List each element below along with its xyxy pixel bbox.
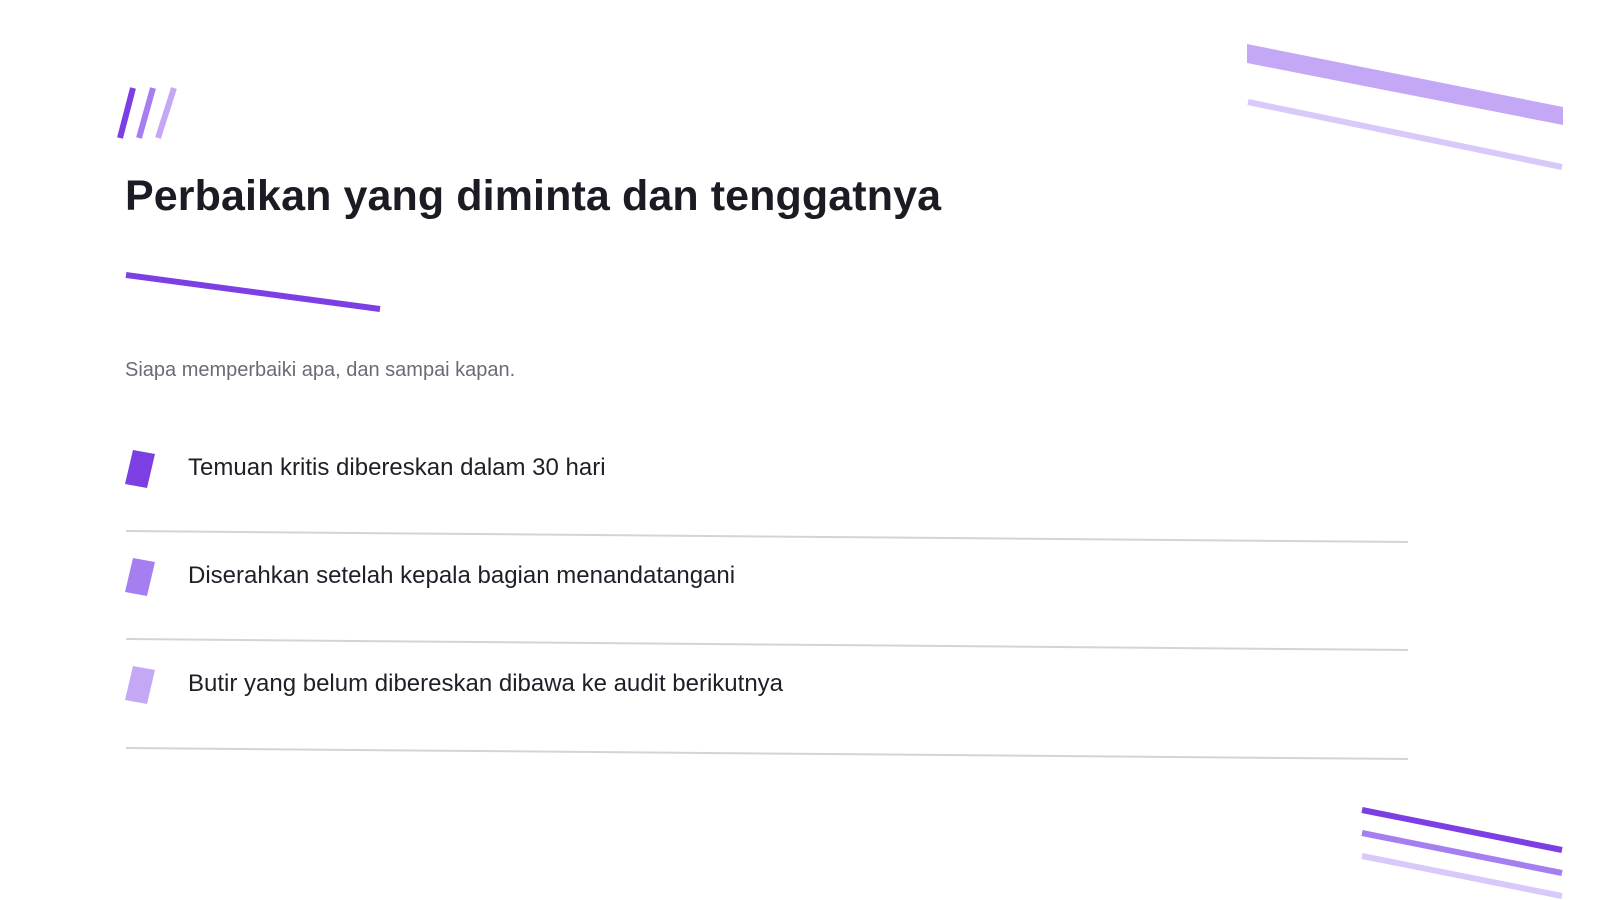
list-item-text: Temuan kritis dibereskan dalam 30 hari — [188, 454, 606, 481]
list-item: Diserahkan setelah kepala bagian menanda… — [125, 538, 1405, 646]
title-underline — [125, 272, 381, 312]
list-item-text: Butir yang belum dibereskan dibawa ke au… — [188, 670, 784, 697]
list-item: Temuan kritis dibereskan dalam 30 hari — [125, 430, 1405, 538]
bullet-marker-icon — [125, 666, 155, 704]
slash-mark-3 — [155, 87, 177, 139]
bottom-right-stripe-1 — [1361, 807, 1563, 853]
bottom-right-stripe-3 — [1361, 853, 1563, 899]
list-item-text: Diserahkan setelah kepala bagian menanda… — [188, 562, 736, 589]
slash-mark-2 — [136, 87, 156, 139]
slash-mark-1 — [117, 87, 136, 139]
bullet-marker-shape — [125, 450, 155, 488]
bullet-marker-shape — [125, 666, 155, 704]
slide: Perbaikan yang diminta dan tenggatnya Si… — [0, 0, 1598, 900]
bullet-marker-shape — [125, 558, 155, 596]
slide-subtitle: Siapa memperbaiki apa, dan sampai kapan. — [125, 359, 516, 381]
action-item-list: Temuan kritis dibereskan dalam 30 hari D… — [125, 430, 1405, 754]
bullet-marker-icon — [125, 450, 155, 488]
bottom-right-stripe-2 — [1361, 830, 1563, 876]
bullet-marker-icon — [125, 558, 155, 596]
slide-title: Perbaikan yang diminta dan tenggatnya — [125, 172, 942, 220]
list-item: Butir yang belum dibereskan dibawa ke au… — [125, 646, 1405, 754]
